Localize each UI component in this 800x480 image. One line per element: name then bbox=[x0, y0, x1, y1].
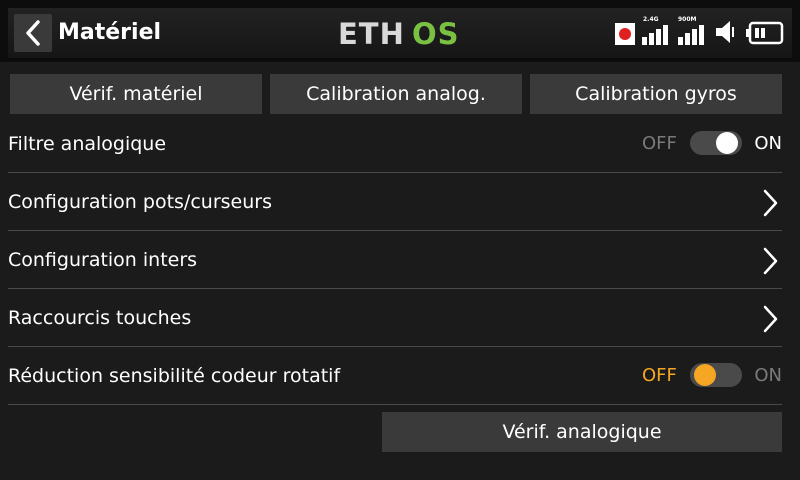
row-rotary-sensitivity: Réduction sensibilité codeur rotatif OFF… bbox=[8, 348, 782, 405]
toggle-on-label: ON bbox=[754, 133, 782, 154]
rotary-sensitivity-toggle[interactable]: OFF ON bbox=[642, 360, 782, 392]
toggle-knob bbox=[694, 364, 716, 386]
chevron-left-icon bbox=[26, 20, 40, 46]
row-key-shortcuts[interactable]: Raccourcis touches bbox=[8, 290, 782, 347]
battery-icon bbox=[746, 21, 784, 45]
row-label-pots-sliders: Configuration pots/curseurs bbox=[8, 191, 272, 213]
analog-filter-toggle[interactable]: OFF ON bbox=[642, 128, 782, 160]
row-switches-config[interactable]: Configuration inters bbox=[8, 232, 782, 289]
chevron-right-icon bbox=[763, 189, 778, 217]
tab-hardware-check[interactable]: Vérif. matériel bbox=[10, 74, 262, 114]
signal-900m-icon: 900M bbox=[677, 16, 705, 46]
toggle-track bbox=[690, 131, 742, 155]
header-bar: Matériel ETH OS 2.4G 900M bbox=[0, 0, 800, 62]
row-pots-sliders-config[interactable]: Configuration pots/curseurs bbox=[8, 174, 782, 231]
toggle-on-label: ON bbox=[754, 365, 782, 386]
row-label-analog-filter: Filtre analogique bbox=[8, 133, 167, 155]
row-label-switches: Configuration inters bbox=[8, 249, 198, 271]
back-button[interactable] bbox=[14, 14, 52, 52]
toggle-track bbox=[690, 363, 742, 387]
row-analog-filter: Filtre analogique OFF ON bbox=[8, 116, 782, 173]
svg-text:ETH: ETH bbox=[338, 17, 405, 50]
signal-900m-label: 900M bbox=[678, 16, 697, 23]
toggle-knob bbox=[716, 132, 738, 154]
svg-text:OS: OS bbox=[412, 17, 460, 50]
ethos-logo: ETH OS bbox=[338, 17, 460, 50]
record-icon bbox=[615, 23, 635, 45]
signal-2-4g-label: 2.4G bbox=[643, 16, 659, 23]
chevron-right-icon bbox=[763, 305, 778, 333]
signal-2-4g-icon: 2.4G bbox=[641, 16, 669, 46]
analog-check-button[interactable]: Vérif. analogique bbox=[382, 412, 782, 452]
tab-gyro-calibration[interactable]: Calibration gyros bbox=[530, 74, 782, 114]
row-label-rotary-sensitivity: Réduction sensibilité codeur rotatif bbox=[8, 365, 341, 387]
tab-analog-calibration[interactable]: Calibration analog. bbox=[270, 74, 522, 114]
row-label-shortcuts: Raccourcis touches bbox=[8, 307, 192, 329]
toggle-off-label: OFF bbox=[642, 133, 677, 154]
page-title: Matériel bbox=[58, 20, 162, 45]
speaker-icon bbox=[716, 21, 734, 43]
chevron-right-icon bbox=[763, 247, 778, 275]
toggle-off-label: OFF bbox=[642, 365, 677, 386]
